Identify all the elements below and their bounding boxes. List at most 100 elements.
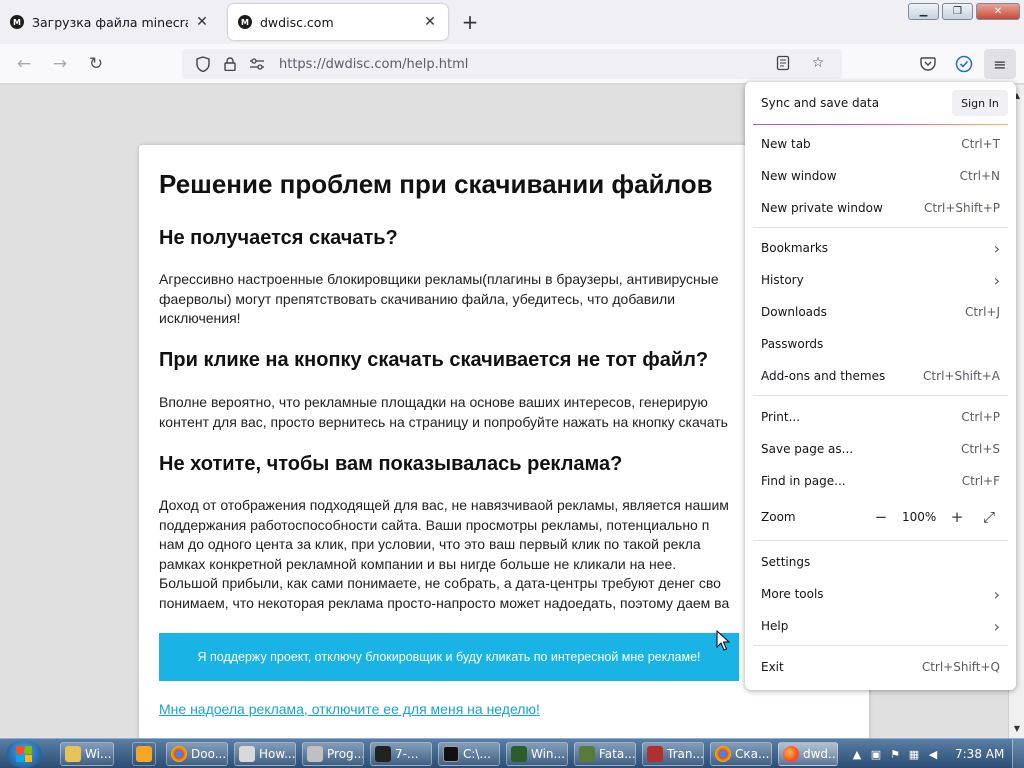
document-icon <box>239 746 255 762</box>
menu-item-shortcut: Ctrl+S <box>960 442 1000 456</box>
start-button[interactable] <box>6 740 42 768</box>
tab-strip: M Загрузка файла minecraft-1-19 ✕ M dwdi… <box>0 0 1024 44</box>
taskbar-item-chrome-download[interactable]: Ска... <box>710 742 772 766</box>
menu-item-label: Passwords <box>761 337 824 351</box>
menu-item-addons-themes[interactable]: Add-ons and themes Ctrl+Shift+A <box>753 361 1008 391</box>
taskbar-item-explorer[interactable]: Wi... <box>60 742 114 766</box>
sign-in-button[interactable]: Sign In <box>952 90 1008 116</box>
close-tab-icon[interactable]: ✕ <box>194 14 210 30</box>
show-hidden-icons-arrow-icon[interactable]: ▲ <box>850 747 864 761</box>
fullscreen-expand-icon[interactable]: ⤢ <box>978 506 1000 528</box>
taskbar-media-player[interactable] <box>132 742 156 766</box>
menu-item-downloads[interactable]: Downloads Ctrl+J <box>753 297 1008 327</box>
permissions-icon[interactable] <box>246 54 268 74</box>
support-project-button[interactable]: Я поддержу проект, отключу блокировщик и… <box>159 633 739 681</box>
taskbar-item-label: Doo... <box>191 747 227 761</box>
menu-item-shortcut: Ctrl+N <box>959 169 1000 183</box>
menu-item-label: Add-ons and themes <box>761 369 886 383</box>
zoom-controls: − 100% + ⤢ <box>870 506 1000 528</box>
menu-item-new-window[interactable]: New window Ctrl+N <box>753 161 1008 191</box>
reader-view-icon[interactable] <box>772 53 794 73</box>
taskbar-item-label: Win... <box>531 747 565 761</box>
show-desktop-button[interactable] <box>1012 739 1024 768</box>
menu-item-history[interactable]: History › <box>753 265 1008 295</box>
pocket-icon[interactable] <box>916 52 940 76</box>
menu-item-exit[interactable]: Exit Ctrl+Shift+Q <box>753 652 1008 682</box>
address-bar[interactable]: https://dwdisc.com/help.html ☆ <box>182 49 842 79</box>
page-title: Решение проблем при скачивании файлов <box>159 169 713 199</box>
network-icon[interactable]: ▣ <box>869 747 883 761</box>
menu-item-new-tab[interactable]: New tab Ctrl+T <box>753 129 1008 159</box>
taskbar-item-label: Prog... <box>327 747 364 761</box>
close-window-button[interactable]: ✕ <box>976 3 1020 20</box>
menu-item-label: Zoom <box>761 510 796 524</box>
zoom-in-button[interactable]: + <box>946 506 968 528</box>
mouse-pointer-icon <box>716 630 730 651</box>
menu-item-help[interactable]: Help › <box>753 611 1008 641</box>
tab-minecraft-download[interactable]: M Загрузка файла minecraft-1-19 ✕ <box>0 4 220 40</box>
new-tab-plus-icon[interactable]: + <box>458 10 482 34</box>
reload-icon[interactable]: ↻ <box>84 52 108 76</box>
taskbar-item-label: Wi... <box>85 747 112 761</box>
menu-item-label: Print... <box>761 410 801 424</box>
taskbar-item-7zip[interactable]: 7-... <box>370 742 432 766</box>
keyboard-icon[interactable]: ▦ <box>907 747 921 761</box>
taskbar-item-transfer[interactable]: Tran... <box>642 742 704 766</box>
menu-item-find-in-page[interactable]: Find in page... Ctrl+F <box>753 466 1008 496</box>
restore-window-button[interactable]: ❐ <box>942 3 973 20</box>
menu-item-label: Exit <box>761 660 784 674</box>
taskbar-item-win[interactable]: Win... <box>506 742 568 766</box>
menu-item-passwords[interactable]: Passwords <box>753 329 1008 359</box>
menu-item-label: Find in page... <box>761 474 846 488</box>
menu-item-label: More tools <box>761 587 824 601</box>
shield-icon[interactable] <box>192 54 214 74</box>
scroll-down-arrow-icon[interactable]: ▼ <box>1009 720 1024 736</box>
menu-item-label: History <box>761 273 804 287</box>
sync-row[interactable]: Sync and save data Sign In <box>753 90 1008 120</box>
zoom-out-button[interactable]: − <box>870 506 892 528</box>
close-tab-icon[interactable]: ✕ <box>422 14 438 30</box>
extension-check-icon[interactable] <box>952 52 976 76</box>
section-heading-ads: Не хотите, чтобы вам показывалась реклам… <box>159 453 623 475</box>
site-favicon-icon: M <box>238 15 252 29</box>
volume-icon[interactable]: ◀ <box>926 747 940 761</box>
taskbar-clock[interactable]: 7:38 AM <box>955 747 1004 761</box>
menu-separator <box>753 540 1008 541</box>
action-center-flag-icon[interactable]: ⚑ <box>888 747 902 761</box>
menu-item-print[interactable]: Print... Ctrl+P <box>753 402 1008 432</box>
site-favicon-icon: M <box>10 15 24 29</box>
taskbar-item-label: Ска... <box>735 747 770 761</box>
app-menu-hamburger-icon[interactable]: ≡ <box>984 49 1016 79</box>
chrome-icon <box>715 746 731 762</box>
navigation-toolbar: ← → ↻ https://dwdisc.com/help.html ☆ ≡ <box>0 44 1024 84</box>
forward-arrow-icon[interactable]: → <box>48 52 72 76</box>
taskbar-item-chrome-doc[interactable]: Doo... <box>166 742 228 766</box>
bookmark-star-icon[interactable]: ☆ <box>807 53 829 73</box>
zoom-level[interactable]: 100% <box>902 510 936 524</box>
back-arrow-icon[interactable]: ← <box>12 52 36 76</box>
menu-item-new-private-window[interactable]: New private window Ctrl+Shift+P <box>753 193 1008 223</box>
taskbar-item-how[interactable]: How... <box>234 742 296 766</box>
taskbar-item-cmd[interactable]: C:\... <box>438 742 500 766</box>
media-player-icon <box>136 746 152 762</box>
chrome-icon <box>171 746 187 762</box>
menu-item-shortcut: Ctrl+Shift+A <box>923 369 1000 383</box>
menu-item-bookmarks[interactable]: Bookmarks › <box>753 233 1008 263</box>
menu-item-label: Settings <box>761 555 811 569</box>
menu-item-save-page[interactable]: Save page as... Ctrl+S <box>753 434 1008 464</box>
tab-dwdisc[interactable]: M dwdisc.com ✕ <box>228 4 448 40</box>
taskbar-item-firefox[interactable]: dwd... <box>778 742 838 766</box>
lock-icon[interactable] <box>219 54 241 74</box>
taskbar-item-fatal[interactable]: Fata... <box>574 742 636 766</box>
taskbar-item-programs[interactable]: Prog... <box>302 742 364 766</box>
sync-label: Sync and save data <box>761 96 880 110</box>
chevron-right-icon: › <box>993 238 1000 258</box>
menu-item-shortcut: Ctrl+J <box>965 305 1000 319</box>
menu-item-settings[interactable]: Settings <box>753 547 1008 577</box>
menu-item-shortcut: Ctrl+T <box>961 137 1000 151</box>
menu-item-more-tools[interactable]: More tools › <box>753 579 1008 609</box>
app-menu-panel: Sync and save data Sign In New tab Ctrl+… <box>745 82 1016 690</box>
disable-ads-week-link[interactable]: Мне надоела реклама, отключите ее для ме… <box>159 701 540 717</box>
window-controls: ▁ ❐ ✕ <box>904 0 1024 23</box>
minimize-window-button[interactable]: ▁ <box>908 3 939 20</box>
